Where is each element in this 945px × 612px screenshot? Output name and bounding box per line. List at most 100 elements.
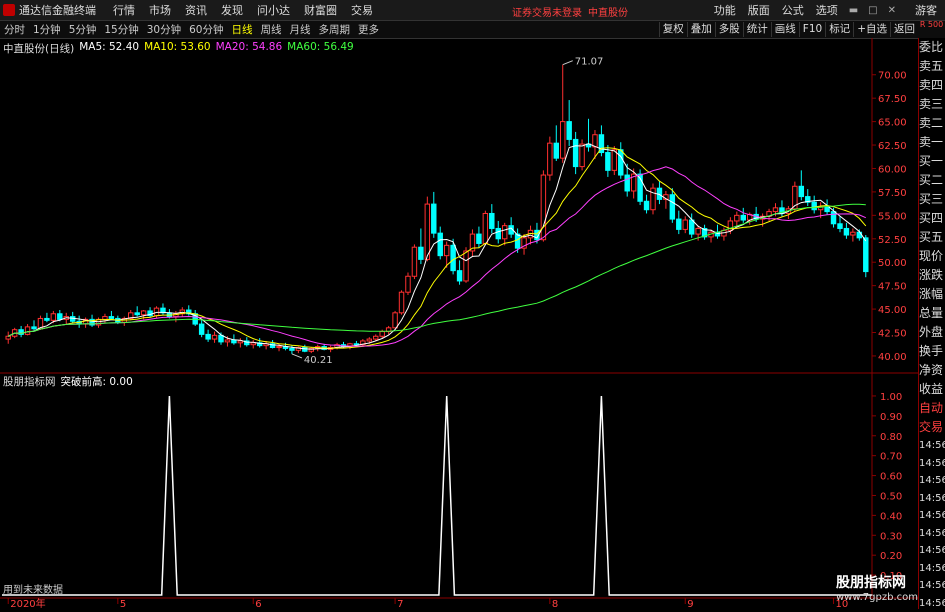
add-watchlist-button[interactable]: +自选 xyxy=(853,22,890,37)
app-logo-icon xyxy=(3,4,15,16)
side-item-30[interactable]: 14:56 xyxy=(919,595,945,612)
side-item-15[interactable]: 外盘 xyxy=(919,323,945,342)
side-item-19[interactable]: 自动 xyxy=(919,399,945,418)
menu-item-options[interactable]: 选项 xyxy=(810,2,844,18)
side-tab[interactable]: R 500 xyxy=(918,21,945,38)
candle-body xyxy=(32,327,36,329)
side-item-13[interactable]: 涨幅 xyxy=(919,285,945,304)
guest-account[interactable]: 游客 xyxy=(901,2,945,18)
maximize-icon[interactable]: □ xyxy=(863,5,882,16)
period-30min[interactable]: 30分钟 xyxy=(143,22,185,37)
mark-button[interactable]: 标记 xyxy=(825,22,853,37)
side-item-6[interactable]: 买一 xyxy=(919,152,945,171)
side-item-25[interactable]: 14:56 xyxy=(919,507,945,525)
candle-body xyxy=(135,313,139,315)
overlay-button[interactable]: 叠加 xyxy=(687,22,715,37)
candle-body xyxy=(154,308,158,315)
side-item-2[interactable]: 卖四 xyxy=(919,76,945,95)
draw-line-button[interactable]: 画线 xyxy=(771,22,799,37)
price-tick-label: 42.50 xyxy=(878,329,907,340)
side-item-16[interactable]: 换手 xyxy=(919,342,945,361)
side-item-7[interactable]: 买二 xyxy=(919,171,945,190)
side-item-14[interactable]: 总量 xyxy=(919,304,945,323)
period-15min[interactable]: 15分钟 xyxy=(100,22,142,37)
candle-body xyxy=(290,348,294,350)
candle-body xyxy=(225,340,229,342)
side-item-10[interactable]: 买五 xyxy=(919,228,945,247)
menu-item-function[interactable]: 功能 xyxy=(708,2,742,18)
f10-button[interactable]: F10 xyxy=(799,22,825,37)
side-item-9[interactable]: 买四 xyxy=(919,209,945,228)
price-tick-label: 70.00 xyxy=(878,71,907,82)
candle-body xyxy=(103,317,107,320)
candle-body xyxy=(6,336,10,339)
period-weekly[interactable]: 周线 xyxy=(257,22,286,37)
current-stock-name: 中直股份 xyxy=(588,4,628,19)
candle-body xyxy=(438,233,442,255)
side-item-0[interactable]: 委比 xyxy=(919,38,945,57)
candle-body xyxy=(773,208,777,212)
time-tick-label: 9 xyxy=(687,599,693,609)
price-tick-label: 67.50 xyxy=(878,94,907,105)
menu-item-formula[interactable]: 公式 xyxy=(776,2,810,18)
side-item-22[interactable]: 14:56 xyxy=(919,455,945,473)
period-monthly[interactable]: 月线 xyxy=(286,22,315,37)
period-60min[interactable]: 60分钟 xyxy=(185,22,227,37)
side-item-4[interactable]: 卖二 xyxy=(919,114,945,133)
side-item-21[interactable]: 14:56 xyxy=(919,437,945,455)
side-item-29[interactable]: 14:56 xyxy=(919,577,945,595)
side-item-8[interactable]: 买三 xyxy=(919,190,945,209)
ind-tick-label: 0.20 xyxy=(880,551,902,562)
kline-chart[interactable]: 40.0042.5045.0047.5050.0052.5055.0057.50… xyxy=(0,38,918,609)
candle-body xyxy=(412,247,416,276)
adjust-button[interactable]: 复权 xyxy=(659,22,687,37)
candle-body xyxy=(212,335,216,339)
period-multi[interactable]: 多周期 xyxy=(315,22,355,37)
side-item-11[interactable]: 现价 xyxy=(919,247,945,266)
side-item-18[interactable]: 收益 xyxy=(919,380,945,399)
login-status[interactable]: 证券交易未登录 xyxy=(512,4,582,19)
candle-body xyxy=(593,135,597,147)
period-more[interactable]: 更多 xyxy=(354,22,383,37)
menu-item-layout[interactable]: 版面 xyxy=(742,2,776,18)
close-icon[interactable]: ✕ xyxy=(883,5,901,16)
side-item-28[interactable]: 14:56 xyxy=(919,560,945,578)
side-item-1[interactable]: 卖五 xyxy=(919,57,945,76)
side-item-20[interactable]: 交易 xyxy=(919,418,945,437)
candle-body xyxy=(864,238,868,272)
menu-item-news[interactable]: 资讯 xyxy=(178,2,214,18)
menu-item-ask[interactable]: 问小达 xyxy=(250,2,297,18)
side-item-24[interactable]: 14:56 xyxy=(919,490,945,508)
period-1min[interactable]: 1分钟 xyxy=(29,22,65,37)
back-button[interactable]: 返回 xyxy=(890,22,918,37)
minimize-icon[interactable]: ▬ xyxy=(844,5,863,16)
candle-body xyxy=(683,220,687,229)
multi-stock-button[interactable]: 多股 xyxy=(715,22,743,37)
menu-item-market[interactable]: 市场 xyxy=(142,2,178,18)
candle-body xyxy=(619,150,623,175)
menu-item-discover[interactable]: 发现 xyxy=(214,2,250,18)
period-5min[interactable]: 5分钟 xyxy=(65,22,101,37)
stats-button[interactable]: 统计 xyxy=(743,22,771,37)
low-pointer xyxy=(292,354,302,358)
candle-body xyxy=(548,143,552,175)
side-item-26[interactable]: 14:56 xyxy=(919,525,945,543)
side-item-17[interactable]: 净资 xyxy=(919,361,945,380)
menu-item-wealth[interactable]: 财富圈 xyxy=(297,2,344,18)
ind-tick-label: 0.60 xyxy=(880,472,902,483)
indicator-name: 股朋指标网 xyxy=(3,374,56,389)
candle-body xyxy=(444,245,448,255)
period-daily[interactable]: 日线 xyxy=(228,22,257,37)
candle-body xyxy=(399,292,403,313)
side-item-3[interactable]: 卖三 xyxy=(919,95,945,114)
side-item-27[interactable]: 14:56 xyxy=(919,542,945,560)
side-item-5[interactable]: 卖一 xyxy=(919,133,945,152)
price-tick-label: 47.50 xyxy=(878,282,907,293)
menu-item-quotes[interactable]: 行情 xyxy=(106,2,142,18)
side-item-23[interactable]: 14:56 xyxy=(919,472,945,490)
menu-item-trade[interactable]: 交易 xyxy=(344,2,380,18)
toolbar-right: 复权 叠加 多股 统计 画线 F10 标记 +自选 返回 xyxy=(659,21,945,38)
watermark-url: www.7gpzb.com xyxy=(836,592,918,603)
side-item-12[interactable]: 涨跌 xyxy=(919,266,945,285)
period-intraday[interactable]: 分时 xyxy=(0,22,29,37)
